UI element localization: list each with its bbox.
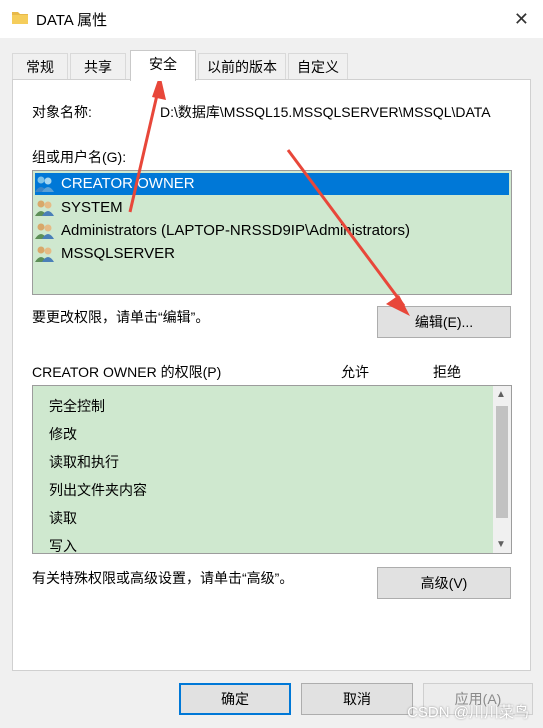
groups-list[interactable]: CREATOR OWNER SYSTEM Administrators (LAP… bbox=[32, 170, 512, 295]
tab-sharing[interactable]: 共享 bbox=[70, 53, 126, 80]
permissions-label: CREATOR OWNER 的权限(P) bbox=[32, 364, 222, 380]
permissions-list: 完全控制 修改 读取和执行 列出文件夹内容 读取 写入 ▲ ▼ bbox=[32, 385, 512, 554]
deny-column-header: 拒绝 bbox=[433, 364, 461, 380]
permission-item: 读取和执行 bbox=[49, 454, 119, 470]
list-item[interactable]: CREATOR OWNER bbox=[35, 173, 509, 195]
window-title: DATA 属性 bbox=[36, 12, 108, 29]
tab-previous-versions[interactable]: 以前的版本 bbox=[198, 53, 286, 80]
ok-button[interactable]: 确定 bbox=[179, 683, 291, 715]
edit-button[interactable]: 编辑(E)... bbox=[377, 306, 511, 338]
user-group-icon bbox=[35, 223, 54, 239]
tab-customize[interactable]: 自定义 bbox=[288, 53, 348, 80]
title-bar: DATA 属性 ✕ bbox=[0, 0, 543, 38]
tab-security[interactable]: 安全 bbox=[130, 50, 196, 81]
permissions-scrollbar[interactable]: ▲ ▼ bbox=[493, 386, 511, 553]
change-permissions-hint: 要更改权限，请单击“编辑”。 bbox=[32, 309, 210, 325]
scrollbar-thumb[interactable] bbox=[496, 406, 508, 518]
user-group-icon bbox=[35, 246, 54, 262]
watermark: CSDN @川川菜鸟 bbox=[407, 704, 529, 721]
group-name: Administrators (LAPTOP-NRSSD9IP\Administ… bbox=[61, 222, 410, 239]
object-name-label: 对象名称: bbox=[32, 104, 92, 120]
permission-item: 修改 bbox=[49, 426, 77, 442]
user-group-icon bbox=[35, 200, 54, 216]
list-item[interactable]: SYSTEM bbox=[35, 197, 123, 219]
cancel-button[interactable]: 取消 bbox=[301, 683, 413, 715]
object-name-value: D:\数据库\MSSQL15.MSSQLSERVER\MSSQL\DATA bbox=[160, 104, 491, 120]
advanced-button[interactable]: 高级(V) bbox=[377, 567, 511, 599]
advanced-hint: 有关特殊权限或高级设置，请单击“高级”。 bbox=[32, 570, 294, 586]
permission-item: 完全控制 bbox=[49, 398, 105, 414]
group-name: CREATOR OWNER bbox=[61, 175, 195, 192]
permission-item: 读取 bbox=[49, 510, 77, 526]
folder-icon bbox=[12, 12, 28, 24]
group-name: SYSTEM bbox=[61, 199, 123, 216]
scroll-down-icon[interactable]: ▼ bbox=[496, 539, 506, 550]
user-group-icon bbox=[35, 176, 54, 192]
group-name: MSSQLSERVER bbox=[61, 245, 175, 262]
security-panel: 对象名称: D:\数据库\MSSQL15.MSSQLSERVER\MSSQL\D… bbox=[12, 79, 531, 671]
tab-general[interactable]: 常规 bbox=[12, 53, 68, 80]
allow-column-header: 允许 bbox=[341, 364, 369, 380]
list-item[interactable]: MSSQLSERVER bbox=[35, 243, 175, 265]
groups-label: 组或用户名(G): bbox=[32, 149, 127, 165]
permission-item: 写入 bbox=[49, 538, 77, 554]
permission-item: 列出文件夹内容 bbox=[49, 482, 147, 498]
scroll-up-icon[interactable]: ▲ bbox=[496, 389, 506, 400]
close-icon[interactable]: ✕ bbox=[514, 9, 529, 30]
list-item[interactable]: Administrators (LAPTOP-NRSSD9IP\Administ… bbox=[35, 220, 410, 242]
